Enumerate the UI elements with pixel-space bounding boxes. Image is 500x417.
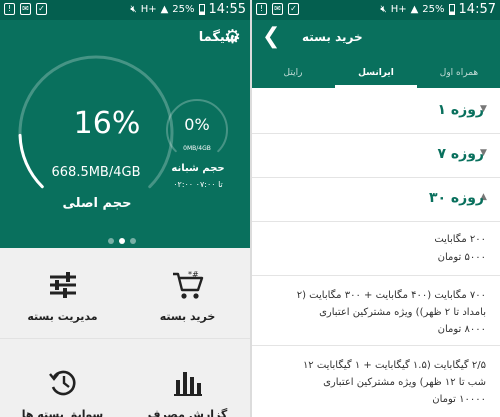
battery-icon [198,4,205,15]
svg-text:*#: *# [188,270,199,279]
buy-package-tile[interactable]: *# خرید بسته [125,252,250,336]
package-price: ۸۰۰۰ تومان [437,324,486,335]
gear-icon[interactable]: ⚙ [224,28,241,47]
chevron-left-icon[interactable]: ❮ [262,26,280,48]
page-dot[interactable] [130,238,136,244]
section-label: ۳۰ روزه [428,190,484,206]
battery-percent: 25% [422,4,445,15]
buy-package-label: خرید بسته [159,310,216,323]
night-volume-label: حجم شبانه [171,163,225,174]
package-history-label: سوابق بسته ها [21,408,104,417]
page-dot[interactable] [108,238,114,244]
package-price: ۵۰۰۰ تومان [437,252,486,263]
night-usage-amount: 0MB/4GB [183,145,211,152]
manage-package-tile[interactable]: مدیریت بسته [0,252,125,336]
clock: 14:57 [458,2,496,17]
operator-tabs: رایتل ایرانسل همراه اول [252,60,500,88]
section-label: ۷ روزه [437,146,484,162]
cart-icon: *# [125,270,250,302]
section-label: ۱ روزه [437,102,484,118]
app-bar: ❮ خرید بسته رایتل ایرانسل همراه اول [252,20,500,88]
main-usage-percent: 16% [73,106,141,141]
package-description: شب تا ۱۲ ظهر) ویژه مشترکین اعتباری [323,377,486,388]
package-volume: ۲/۵ گیگابایت (۱.۵ گیگابایت + ۱ گیگابایت … [302,360,486,371]
notification-icon: ✓ [288,3,299,15]
notification-icon: ! [4,3,15,15]
main-usage-amount: 668.5MB/4GB [51,165,141,180]
package-volume: ۷۰۰ مگابایت (۴۰۰ مگابایت + ۳۰۰ مگابایت (… [296,290,486,301]
usage-panel: سیگما ⚙ 16% 668.5MB/4GB حجم اصلی 0% 0MB/… [0,20,250,248]
package-history-tile[interactable]: سوابق بسته ها [0,350,125,417]
clock: 14:55 [208,2,246,17]
section-7-day[interactable]: ▼ ۷ روزه [252,134,500,178]
notification-icon: ✉ [272,3,283,15]
package-volume: ۲۰۰ مگابایت [434,234,486,245]
usage-report-label: گزارش مصرف [147,408,228,417]
battery-percent: 25% [172,4,195,15]
manage-package-label: مدیریت بسته [27,310,98,323]
night-volume-hours: ۰۲:۰۰ تا ۰۷:۰۰ [173,180,223,189]
tab-irancell[interactable]: ایرانسل [335,60,417,88]
section-1-day[interactable]: ▼ ۱ روزه [252,90,500,134]
usage-report-tile[interactable]: گزارش مصرف [125,350,250,417]
notification-icon: ! [256,3,267,15]
network-type: H+ [390,4,407,15]
package-description: بامداد تا ۲ ظهر)) ویژه مشترکین اعتباری [319,307,486,318]
package-price: ۱۰۰۰۰ تومان [432,394,486,405]
buy-package-screen: ! ✉ ✓ 🔇︎ H+ ▲ 25% 14:57 ❮ خرید بسته رایت… [252,0,500,417]
history-icon [0,368,125,400]
status-bar: ! ✉ ✓ 🔇︎ H+ ▲ 25% 14:55 [0,0,250,20]
page-dot-active[interactable] [119,238,125,244]
package-item[interactable]: ۲۰۰ مگابایت ۵۰۰۰ تومان [252,224,500,276]
notification-icon: ✓ [36,3,47,15]
signal-icon: ▲ [410,4,419,15]
bar-chart-icon [125,368,250,400]
divider [0,338,250,339]
main-screen: ! ✉ ✓ 🔇︎ H+ ▲ 25% 14:55 سیگما ⚙ 16% 668.… [0,0,250,417]
package-item[interactable]: ۲/۵ گیگابایت (۱.۵ گیگابایت + ۱ گیگابایت … [252,346,500,417]
main-volume-label: حجم اصلی [62,196,132,211]
sliders-icon [0,270,125,302]
page-indicator [108,238,136,244]
network-type: H+ [140,4,157,15]
section-30-day[interactable]: ▲ ۳۰ روزه [252,178,500,222]
mute-icon: 🔇︎ [130,4,137,15]
status-bar: ! ✉ ✓ 🔇︎ H+ ▲ 25% 14:57 [252,0,500,20]
signal-icon: ▲ [160,4,169,15]
notification-icon: ✉ [20,3,31,15]
night-usage-percent: 0% [184,115,210,134]
mute-icon: 🔇︎ [380,4,387,15]
tab-rightel[interactable]: رایتل [252,60,334,88]
tab-hamrah-aval[interactable]: همراه اول [418,60,500,88]
battery-icon [448,4,455,15]
package-item[interactable]: ۷۰۰ مگابایت (۴۰۰ مگابایت + ۳۰۰ مگابایت (… [252,276,500,346]
page-title: خرید بسته [302,30,363,44]
